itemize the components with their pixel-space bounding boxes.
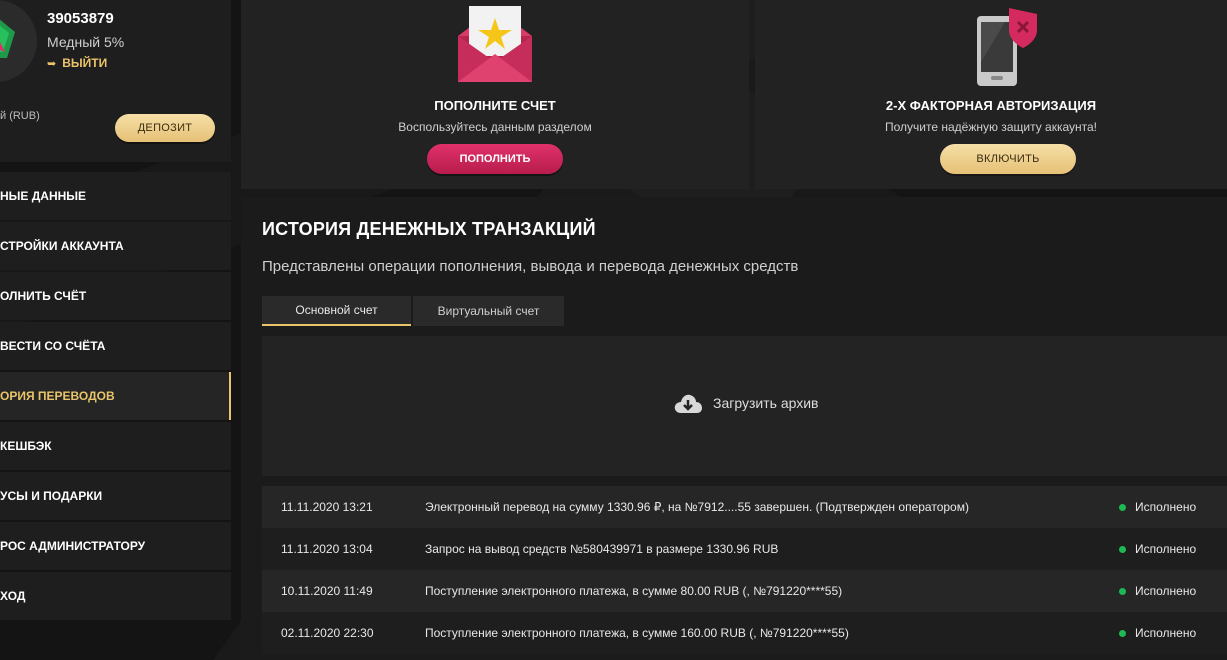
tx-description: Поступление электронного платежа, в сумм… [425, 626, 849, 640]
transactions-table: 11.11.2020 13:21 Электронный перевод на … [262, 486, 1227, 654]
topup-button[interactable]: ПОПОЛНИТЬ [427, 144, 563, 174]
tx-date: 02.11.2020 22:30 [281, 626, 374, 640]
avatar [0, 0, 37, 82]
tx-date: 11.11.2020 13:04 [281, 542, 373, 556]
sidebar-item-account-settings[interactable]: СТРОЙКИ АККАУНТА [0, 222, 231, 270]
page-title: ИСТОРИЯ ДЕНЕЖНЫХ ТРАНЗАКЦИЙ [262, 219, 596, 239]
status-dot-icon [1119, 503, 1126, 511]
tab-main-account[interactable]: Основной счет [262, 296, 411, 326]
sidebar-item-exit[interactable]: ХОД [0, 572, 231, 620]
topup-subtitle: Воспользуйтесь данным разделом [398, 120, 592, 134]
tx-status-label: Исполнено [1135, 542, 1197, 556]
balance-label: й (RUB) [0, 110, 40, 122]
sidebar-item-label: ОРИЯ ПЕРЕВОДОВ [0, 389, 115, 403]
archive-area: Загрузить архив [262, 336, 1227, 476]
envelope-star-icon [456, 6, 534, 89]
sidebar-item-label: КЕШБЭК [0, 439, 52, 453]
sidebar-item-cashback[interactable]: КЕШБЭК [0, 422, 231, 470]
sidebar-item-label: СТРОЙКИ АККАУНТА [0, 239, 124, 253]
sidebar-item-label: ХОД [0, 589, 26, 603]
rank-badge-icon [0, 0, 37, 82]
tx-description: Поступление электронного платежа, в сумм… [425, 584, 843, 598]
enable-2fa-button[interactable]: ВКЛЮЧИТЬ [940, 144, 1076, 174]
sidebar-item-withdraw[interactable]: ВЕСТИ СО СЧЁТА [0, 322, 231, 370]
status-dot-icon [1119, 629, 1126, 637]
sidebar-menu: НЫЕ ДАННЫЕ СТРОЙКИ АККАУНТА ОЛНИТЬ СЧЁТ … [0, 172, 231, 622]
sidebar-item-label: ОЛНИТЬ СЧЁТ [0, 289, 87, 303]
tx-date: 11.11.2020 13:21 [281, 500, 373, 514]
transaction-history-panel: ИСТОРИЯ ДЕНЕЖНЫХ ТРАНЗАКЦИЙ Представлены… [241, 197, 1227, 660]
status-dot-icon [1119, 587, 1126, 595]
download-archive-label: Загрузить архив [713, 395, 819, 411]
tx-description: Электронный перевод на сумму 1330.96 ₽, … [425, 500, 969, 514]
logout-label: ВЫЙТИ [62, 56, 108, 70]
tx-status-label: Исполнено [1135, 500, 1197, 514]
sidebar-item-label: РОС АДМИНИСТРАТОРУ [0, 539, 146, 553]
logout-link[interactable]: ➥ ВЫЙТИ [47, 56, 107, 70]
phone-shield-icon [975, 6, 1041, 91]
table-row: 10.11.2020 11:49 Поступление электронног… [262, 570, 1227, 612]
sidebar-item-label: ВЕСТИ СО СЧЁТА [0, 339, 106, 353]
user-id: 39053879 [47, 10, 114, 27]
table-row: 11.11.2020 13:21 Электронный перевод на … [262, 486, 1227, 528]
status-badge: Исполнено [1119, 626, 1227, 640]
sidebar-item-label: УСЫ И ПОДАРКИ [0, 489, 103, 503]
tx-status-label: Исполнено [1135, 626, 1197, 640]
table-row: 02.11.2020 22:30 Поступление электронног… [262, 612, 1227, 654]
twofa-subtitle: Получите надёжную защиту аккаунта! [884, 120, 1097, 134]
sidebar-item-topup[interactable]: ОЛНИТЬ СЧЁТ [0, 272, 231, 320]
topup-title: ПОПОЛНИТЕ СЧЕТ [434, 98, 556, 113]
account-tabs: Основной счет Виртуальный счет [262, 296, 564, 326]
cloud-download-icon [674, 394, 702, 413]
status-badge: Исполнено [1119, 584, 1227, 598]
sidebar-item-admin-request[interactable]: РОС АДМИНИСТРАТОРУ [0, 522, 231, 570]
twofa-card: 2-Х ФАКТОРНАЯ АВТОРИЗАЦИЯ Получите надёж… [755, 0, 1227, 189]
sidebar-item-bonuses[interactable]: УСЫ И ПОДАРКИ [0, 472, 231, 520]
twofa-title: 2-Х ФАКТОРНАЯ АВТОРИЗАЦИЯ [885, 98, 1097, 113]
status-badge: Исполнено [1119, 500, 1227, 514]
tx-status-label: Исполнено [1135, 584, 1197, 598]
logout-icon: ➥ [47, 57, 57, 70]
page-subtitle: Представлены операции пополнения, вывода… [262, 258, 799, 275]
status-badge: Исполнено [1119, 542, 1227, 556]
tx-description: Запрос на вывод средств №580439971 в раз… [425, 542, 779, 556]
profile-panel: 39053879 Медный 5% ➥ ВЫЙТИ й (RUB) ДЕПОЗ… [0, 0, 231, 162]
deposit-button[interactable]: ДЕПОЗИТ [115, 114, 215, 142]
sidebar-item-transfer-history[interactable]: ОРИЯ ПЕРЕВОДОВ [0, 372, 231, 420]
download-archive-link[interactable]: Загрузить архив [673, 392, 819, 414]
sidebar-item-personal-data[interactable]: НЫЕ ДАННЫЕ [0, 172, 231, 220]
topup-card: ПОПОЛНИТЕ СЧЕТ Воспользуйтесь данным раз… [241, 0, 749, 189]
user-level: Медный 5% [47, 34, 125, 50]
table-row: 11.11.2020 13:04 Запрос на вывод средств… [262, 528, 1227, 570]
tx-date: 10.11.2020 11:49 [281, 584, 373, 598]
status-dot-icon [1119, 545, 1126, 553]
tab-virtual-account[interactable]: Виртуальный счет [413, 296, 564, 326]
sidebar-item-label: НЫЕ ДАННЫЕ [0, 189, 87, 203]
